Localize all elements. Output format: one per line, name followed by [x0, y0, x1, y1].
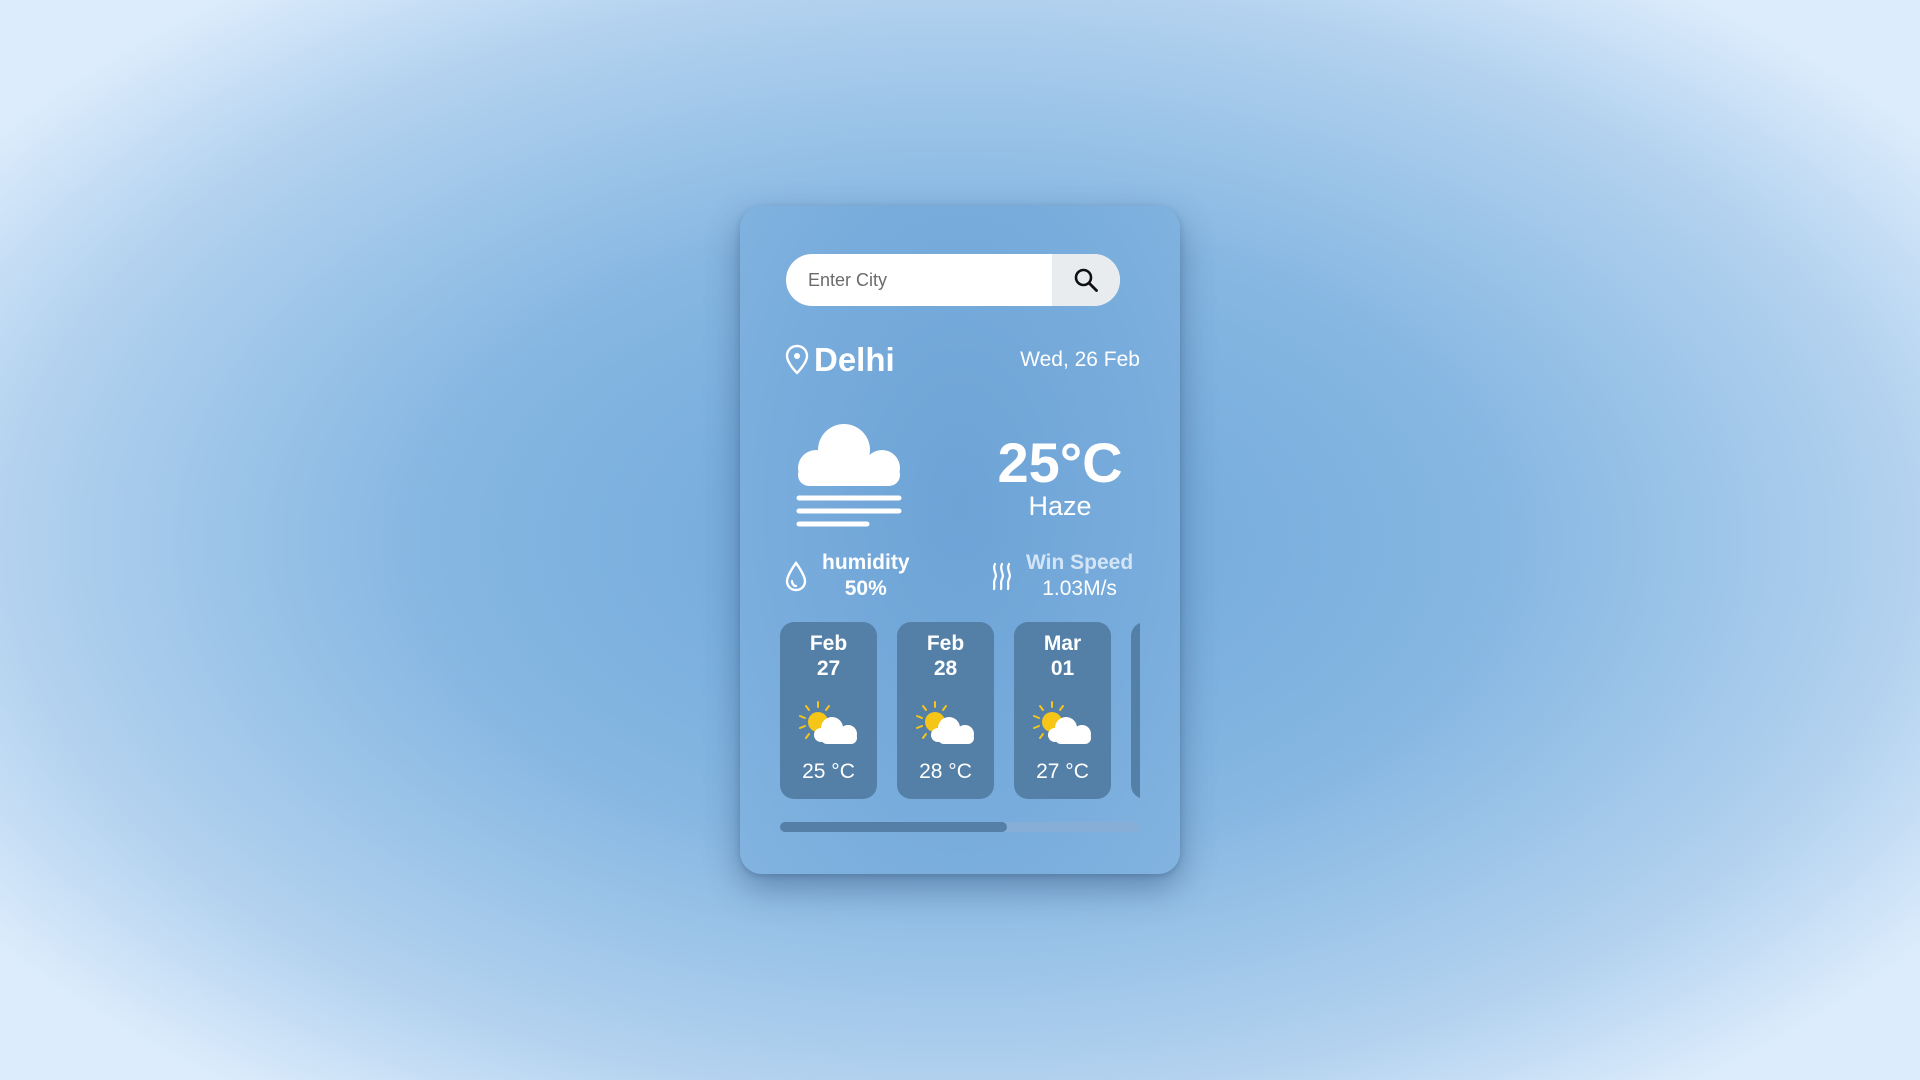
forecast-month: Feb [809, 632, 848, 655]
forecast-day: 28 [933, 657, 958, 680]
current-date: Wed, 26 Feb [1020, 348, 1140, 371]
wind-speed-value: 1.03M/s [1042, 577, 1117, 600]
forecast-temperature: 27 °C [1036, 760, 1089, 783]
forecast-card[interactable]: Mar 01 27 °C [1014, 622, 1111, 799]
search-icon [1074, 268, 1098, 292]
forecast-card-partial[interactable] [1131, 622, 1140, 799]
haze-cloud-icon [796, 424, 902, 527]
map-pin-icon [785, 344, 809, 375]
current-weather: 25°C Haze [980, 431, 1140, 521]
humidity-value: 50% [844, 577, 887, 600]
wind-speed-label: Win Speed [1026, 551, 1134, 574]
forecast-month: Feb [926, 632, 965, 655]
forecast-day: 27 [816, 657, 841, 680]
weather-card: Delhi Wed, 26 Feb 25°C Haze humidity 50% [740, 206, 1180, 874]
search-button[interactable] [1052, 254, 1120, 306]
forecast-scroll-thumb[interactable] [780, 822, 1007, 832]
wind-icon [992, 562, 1011, 591]
city-name: Delhi [814, 341, 895, 378]
partly-sunny-icon [913, 700, 979, 748]
wind-speed-stat: Win Speed 1.03M/s [990, 550, 1133, 602]
humidity-stat: humidity 50% [784, 550, 910, 602]
forecast-list[interactable]: Feb 27 25 °C Feb 28 28 °C Mar 01 27 °C [780, 622, 1140, 802]
weather-condition: Haze [1028, 491, 1092, 521]
forecast-scrollbar[interactable] [780, 822, 1140, 832]
current-temperature: 25°C [997, 431, 1123, 494]
forecast-temperature: 25 °C [802, 760, 855, 783]
droplet-icon [785, 560, 807, 592]
location: Delhi [784, 340, 895, 380]
forecast-card[interactable]: Feb 27 25 °C [780, 622, 877, 799]
partly-sunny-icon [1030, 700, 1096, 748]
forecast-month: Mar [1043, 632, 1082, 655]
search-bar [786, 254, 1120, 306]
forecast-day: 01 [1050, 657, 1075, 680]
city-search-input[interactable] [786, 254, 1050, 306]
forecast-temperature: 28 °C [919, 760, 972, 783]
partly-sunny-icon [796, 700, 862, 748]
forecast-card[interactable]: Feb 28 28 °C [897, 622, 994, 799]
humidity-label: humidity [822, 551, 910, 574]
